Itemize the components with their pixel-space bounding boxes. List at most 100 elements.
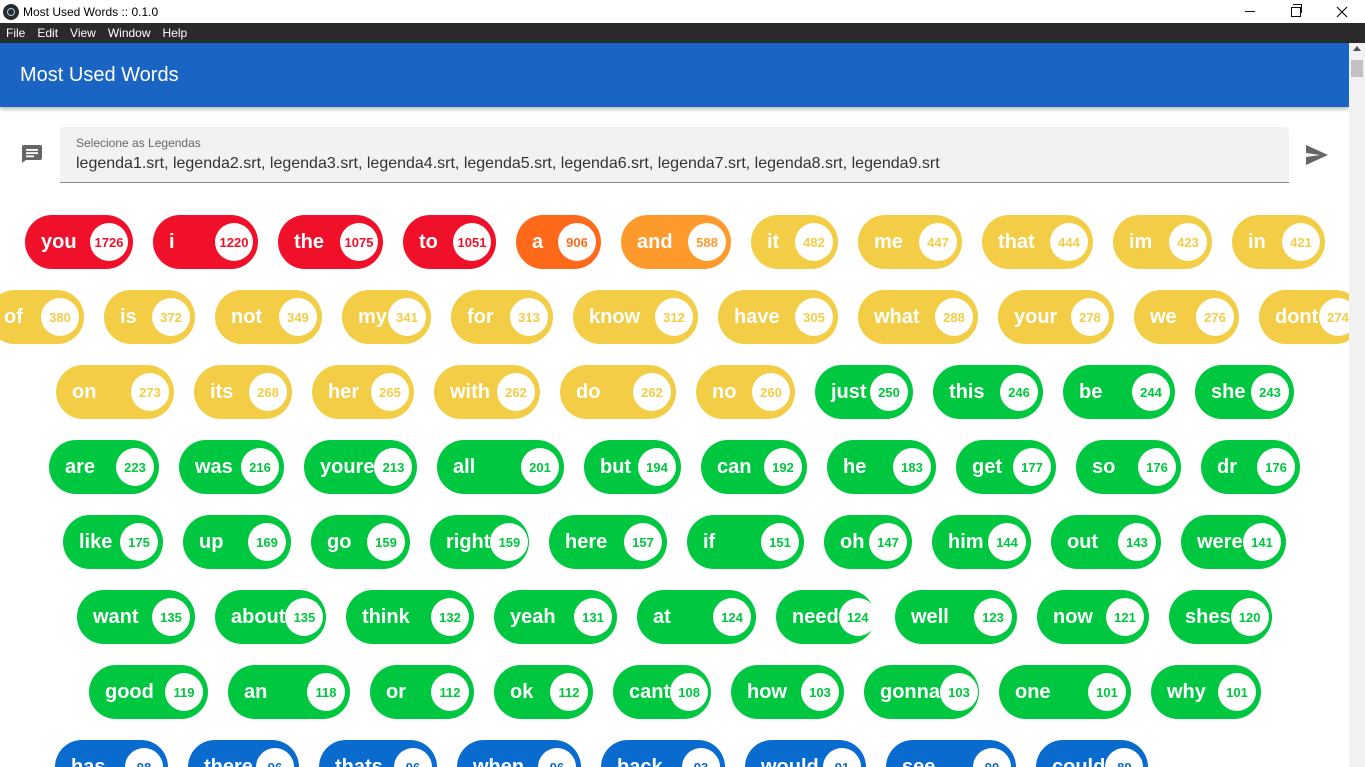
word-chip[interactable]: cant 108 xyxy=(613,665,711,719)
word-chip[interactable]: this 246 xyxy=(933,365,1043,419)
word-chip[interactable]: or 112 xyxy=(370,665,474,719)
word-chip[interactable]: dr 176 xyxy=(1201,440,1300,494)
word-chip[interactable]: but 194 xyxy=(584,440,681,494)
word-chip[interactable]: oh 147 xyxy=(824,515,912,569)
word-chip[interactable]: right 159 xyxy=(430,515,529,569)
menu-file[interactable]: File xyxy=(0,23,31,43)
word-chip-label: see xyxy=(902,755,936,767)
word-chip[interactable]: im 423 xyxy=(1113,215,1212,269)
word-chip[interactable]: i 1220 xyxy=(153,215,258,269)
word-chip[interactable]: like 175 xyxy=(63,515,163,569)
word-chip[interactable]: all 201 xyxy=(437,440,564,494)
word-chip[interactable]: could 89 xyxy=(1036,740,1148,767)
word-chip[interactable]: here 157 xyxy=(549,515,667,569)
send-icon[interactable] xyxy=(1306,145,1328,165)
word-chip[interactable]: do 262 xyxy=(560,365,676,419)
word-chip-count: 274 xyxy=(1319,298,1349,336)
word-chip[interactable]: ok 112 xyxy=(494,665,593,719)
word-chip[interactable]: are 223 xyxy=(49,440,159,494)
menu-view[interactable]: View xyxy=(64,23,102,43)
word-chip[interactable]: have 305 xyxy=(718,290,838,344)
menu-help[interactable]: Help xyxy=(157,23,194,43)
window-title: Most Used Words :: 0.1.0 xyxy=(23,4,159,19)
word-chip-label: its xyxy=(210,380,234,403)
word-chip[interactable]: and 588 xyxy=(621,215,731,269)
vertical-scrollbar[interactable] xyxy=(1349,43,1365,767)
word-chip[interactable]: for 313 xyxy=(451,290,553,344)
word-chip[interactable]: no 260 xyxy=(696,365,795,419)
word-chip[interactable]: be 244 xyxy=(1063,365,1175,419)
word-chip[interactable]: your 278 xyxy=(998,290,1114,344)
word-chip[interactable]: is 372 xyxy=(104,290,195,344)
word-chip[interactable]: was 216 xyxy=(179,440,284,494)
word-chip[interactable]: want 135 xyxy=(77,590,195,644)
word-chip[interactable]: well 123 xyxy=(895,590,1017,644)
word-chip[interactable]: when 96 xyxy=(457,740,581,767)
word-chip[interactable]: just 250 xyxy=(815,365,913,419)
word-chip[interactable]: out 143 xyxy=(1051,515,1161,569)
word-chip[interactable]: my 341 xyxy=(342,290,431,344)
word-chip[interactable]: good 119 xyxy=(89,665,208,719)
word-chip[interactable]: would 91 xyxy=(745,740,866,767)
field-value[interactable]: legenda1.srt, legenda2.srt, legenda3.srt… xyxy=(76,155,940,173)
word-chip[interactable]: with 262 xyxy=(434,365,540,419)
word-chip[interactable]: not 349 xyxy=(215,290,322,344)
word-chip[interactable]: thats 96 xyxy=(319,740,437,767)
word-chip[interactable]: how 103 xyxy=(731,665,844,719)
word-chip[interactable]: what 288 xyxy=(858,290,978,344)
word-chip[interactable]: know 312 xyxy=(573,290,698,344)
word-chip[interactable]: has 98 xyxy=(55,740,168,767)
word-chip[interactable]: now 121 xyxy=(1037,590,1149,644)
word-chip[interactable]: in 421 xyxy=(1232,215,1325,269)
word-chip[interactable]: it 482 xyxy=(751,215,838,269)
maximize-button[interactable] xyxy=(1273,0,1319,23)
word-chip[interactable]: so 176 xyxy=(1076,440,1181,494)
word-chip[interactable]: up 169 xyxy=(183,515,291,569)
word-chip[interactable]: dont 274 xyxy=(1259,290,1349,344)
word-chip[interactable]: to 1051 xyxy=(403,215,496,269)
word-chip[interactable]: she 243 xyxy=(1195,365,1294,419)
word-chip[interactable]: one 101 xyxy=(999,665,1131,719)
word-chip[interactable]: shes 120 xyxy=(1169,590,1272,644)
word-chip[interactable]: go 159 xyxy=(311,515,410,569)
menu-edit[interactable]: Edit xyxy=(31,23,64,43)
word-chip-count: 421 xyxy=(1282,223,1320,261)
word-chip[interactable]: gonna 103 xyxy=(864,665,979,719)
close-button[interactable] xyxy=(1319,0,1365,23)
scroll-up-arrow-icon[interactable] xyxy=(1353,46,1361,51)
word-chip-count: 123 xyxy=(974,598,1012,636)
word-chip[interactable]: he 183 xyxy=(827,440,936,494)
word-chip[interactable]: at 124 xyxy=(637,590,756,644)
word-chip[interactable]: we 276 xyxy=(1134,290,1239,344)
word-chip[interactable]: you 1726 xyxy=(25,215,133,269)
word-chip[interactable]: if 151 xyxy=(687,515,804,569)
word-chip[interactable]: need 124 xyxy=(776,590,877,644)
minimize-button[interactable] xyxy=(1227,0,1273,23)
word-chip[interactable]: her 265 xyxy=(312,365,414,419)
menu-window[interactable]: Window xyxy=(102,23,157,43)
word-chip[interactable]: can 192 xyxy=(701,440,807,494)
word-chip[interactable]: there 96 xyxy=(188,740,299,767)
word-chip-count: 244 xyxy=(1132,373,1170,411)
word-chip[interactable]: get 177 xyxy=(956,440,1056,494)
word-chip[interactable]: why 101 xyxy=(1151,665,1261,719)
word-chip[interactable]: its 268 xyxy=(194,365,292,419)
scroll-thumb[interactable] xyxy=(1351,60,1363,77)
word-chip[interactable]: about 135 xyxy=(215,590,326,644)
word-chip[interactable]: youre 213 xyxy=(304,440,417,494)
subtitle-files-field[interactable]: Selecione as Legendas legenda1.srt, lege… xyxy=(60,127,1289,183)
word-chip[interactable]: that 444 xyxy=(982,215,1093,269)
word-chip[interactable]: me 447 xyxy=(858,215,962,269)
word-chip[interactable]: back 93 xyxy=(601,740,725,767)
word-chip[interactable]: on 273 xyxy=(56,365,174,419)
word-chip[interactable]: him 144 xyxy=(932,515,1031,569)
word-chip[interactable]: yeah 131 xyxy=(494,590,617,644)
word-chip[interactable]: of 380 xyxy=(0,290,84,344)
word-chip[interactable]: the 1075 xyxy=(278,215,383,269)
word-chip[interactable]: were 141 xyxy=(1181,515,1286,569)
word-chip[interactable]: an 118 xyxy=(228,665,350,719)
word-chip[interactable]: see 90 xyxy=(886,740,1016,767)
word-chip[interactable]: think 132 xyxy=(346,590,474,644)
word-chip-label: the xyxy=(294,230,324,253)
word-chip[interactable]: a 906 xyxy=(516,215,601,269)
